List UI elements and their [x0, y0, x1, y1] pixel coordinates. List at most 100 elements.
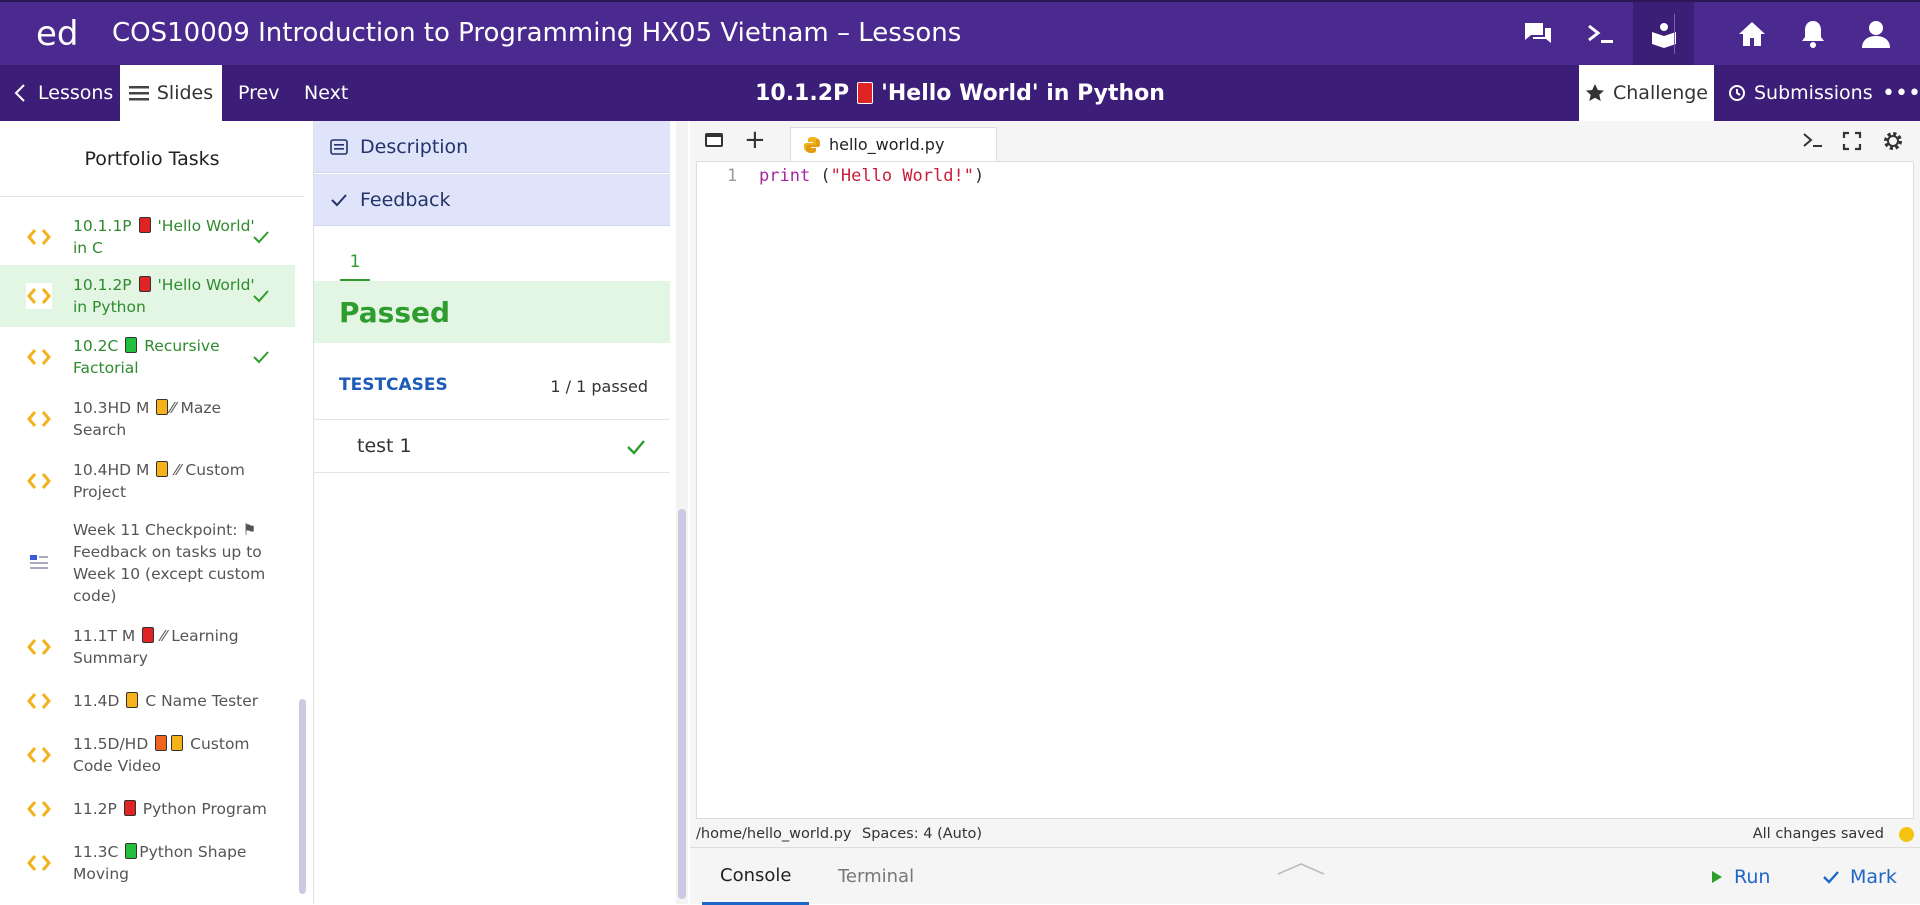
settings-icon[interactable] — [1882, 130, 1904, 157]
description-label: Description — [360, 135, 469, 158]
test-row[interactable]: test 1 — [314, 419, 670, 473]
pen-icon: ⁄⁄ — [161, 627, 167, 645]
task-item[interactable]: Week 11 Checkpoint: ⚑ Feedback on tasks … — [0, 515, 295, 611]
red-book-icon — [123, 800, 136, 816]
course-title: COS10009 Introduction to Programming HX0… — [112, 18, 962, 48]
check-icon — [627, 440, 645, 455]
task-label: 11.1T M ⁄⁄ Learning Summary — [73, 627, 239, 667]
run-button[interactable]: Run — [1710, 848, 1770, 905]
task-item[interactable]: 11.3C Python Shape Moving — [0, 833, 295, 893]
file-tab[interactable]: hello_world.py — [790, 127, 997, 161]
red-book-icon — [142, 627, 155, 643]
testcases-heading: TESTCASES — [339, 375, 448, 395]
task-item[interactable]: 10.3HD M ⁄⁄ Maze Search — [0, 389, 295, 449]
sidebar-title: Portfolio Tasks — [0, 121, 304, 197]
check-icon — [331, 193, 347, 206]
code-icon — [26, 344, 52, 370]
lesson-code: 10.1.2P — [755, 80, 850, 106]
topbar-divider — [1674, 14, 1675, 54]
code-icon — [26, 634, 52, 660]
save-status: All changes saved — [1752, 826, 1884, 842]
portfolio-tasks-sidebar: Portfolio Tasks 10.1.1P 'Hello World' in… — [0, 121, 314, 904]
feedback-label: Feedback — [360, 188, 451, 211]
terminal-icon[interactable] — [1579, 12, 1623, 56]
lesson-toolbar: Lessons Slides Prev Next 10.1.2P 'Hello … — [0, 65, 1920, 121]
editor-tab-bar: + hello_world.py — [690, 121, 1920, 161]
task-label: 10.3HD M ⁄⁄ Maze Search — [73, 399, 222, 439]
pen-icon: ⁄⁄ — [175, 461, 181, 479]
chevron-left-icon — [14, 84, 25, 102]
user-icon[interactable] — [1854, 12, 1898, 56]
indent-setting[interactable]: Spaces: 4 (Auto) — [862, 826, 982, 842]
task-item[interactable]: 11.4D C Name Tester — [0, 679, 295, 723]
challenge-button[interactable]: Challenge — [1579, 65, 1714, 121]
home-icon[interactable] — [1730, 12, 1774, 56]
task-item[interactable]: 10.1.1P 'Hello World' in C — [0, 207, 295, 267]
line-number: 1 — [727, 166, 738, 186]
task-item[interactable]: 11.1T M ⁄⁄ Learning Summary — [0, 617, 295, 677]
check-icon — [253, 351, 269, 364]
lessons-icon[interactable] — [1633, 2, 1694, 65]
more-options-icon[interactable]: ••• — [1882, 65, 1920, 121]
add-file-icon[interactable]: + — [744, 125, 766, 155]
red-book-icon — [138, 276, 151, 292]
challenge-label: Challenge — [1613, 82, 1708, 104]
check-icon — [1823, 870, 1839, 884]
terminal-tab[interactable]: Terminal — [826, 848, 926, 905]
yellow-book-icon — [171, 735, 184, 751]
fullscreen-icon[interactable] — [1842, 131, 1862, 156]
green-book-icon — [125, 843, 138, 859]
task-item-active[interactable]: 10.1.2P 'Hello World' in Python — [0, 265, 295, 327]
next-button[interactable]: Next — [304, 65, 348, 121]
description-tab[interactable]: Description — [314, 121, 670, 173]
sidebar-scrollbar[interactable] — [299, 699, 306, 894]
mark-label: Mark — [1850, 865, 1897, 888]
task-item[interactable]: 11.2P Python Program — [0, 787, 295, 831]
mark-button[interactable]: Mark — [1822, 848, 1897, 905]
feedback-tab[interactable]: Feedback — [314, 174, 670, 226]
check-icon — [253, 290, 269, 303]
submissions-button[interactable]: Submissions — [1728, 65, 1873, 121]
panel-scrollbar[interactable] — [678, 509, 686, 899]
history-icon — [1729, 85, 1745, 101]
feedback-panel: Description Feedback 1 Passed TESTCASES … — [314, 121, 690, 904]
task-label: 10.2C Recursive Factorial — [73, 337, 220, 377]
task-label: 10.1.1P 'Hello World' in C — [73, 217, 255, 257]
message-icon — [330, 138, 348, 155]
run-tab[interactable]: 1 — [340, 245, 370, 281]
lessons-label: Lessons — [38, 82, 114, 104]
file-browser-icon[interactable] — [704, 131, 724, 154]
lessons-button[interactable]: Lessons — [14, 65, 113, 121]
task-label: 11.5D/HD Custom Code Video — [73, 735, 250, 775]
file-path: /home/hello_world.py — [696, 826, 852, 842]
flag-icon: ⚑ — [242, 521, 257, 539]
prev-button[interactable]: Prev — [238, 65, 279, 121]
result-status: Passed — [314, 281, 670, 343]
slides-button[interactable]: Slides — [120, 65, 222, 121]
code-icon — [26, 224, 52, 250]
code-icon — [26, 850, 52, 876]
submissions-label: Submissions — [1754, 82, 1873, 104]
code-line: print ("Hello World!") — [759, 166, 985, 186]
console-bar: Console Terminal Run Mark — [690, 847, 1920, 905]
console-tab[interactable]: Console — [702, 848, 810, 905]
task-item[interactable]: 10.4HD M ⁄⁄ Custom Project — [0, 451, 295, 511]
task-item[interactable]: 10.2C Recursive Factorial — [0, 327, 295, 387]
task-item[interactable]: 11.5D/HD Custom Code Video — [0, 725, 295, 785]
terminal-icon[interactable] — [1802, 131, 1824, 154]
python-icon — [804, 136, 820, 153]
task-label: 11.4D C Name Tester — [73, 692, 259, 710]
expand-console-icon[interactable] — [1276, 862, 1326, 881]
pen-icon: ⁄⁄ — [170, 399, 176, 417]
bell-icon[interactable] — [1791, 12, 1835, 56]
slides-label: Slides — [156, 82, 214, 104]
task-label: 11.3C Python Shape Moving — [73, 843, 247, 883]
star-icon — [1586, 84, 1604, 101]
ed-logo[interactable]: ed — [36, 14, 79, 54]
orange-book-icon — [155, 735, 168, 751]
code-icon — [26, 742, 52, 768]
code-area[interactable]: 1 print ("Hello World!") — [696, 161, 1914, 819]
discussion-icon[interactable] — [1516, 12, 1560, 56]
code-icon — [26, 283, 52, 309]
code-icon — [26, 688, 52, 714]
